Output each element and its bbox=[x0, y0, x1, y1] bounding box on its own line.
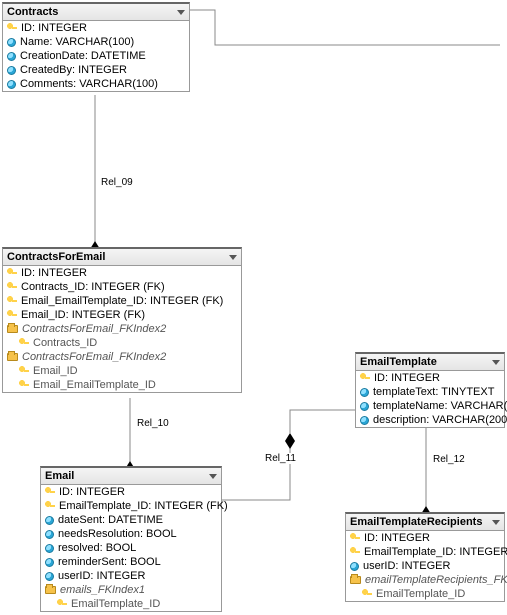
column-row: Contracts_ID: INTEGER (FK) bbox=[3, 280, 241, 294]
key-icon bbox=[362, 589, 372, 599]
table-contracts[interactable]: Contracts ID: INTEGER Name: VARCHAR(100)… bbox=[2, 2, 190, 92]
chevron-down-icon[interactable] bbox=[177, 10, 185, 15]
table-header[interactable]: EmailTemplateRecipients bbox=[346, 514, 504, 531]
column-row: ID: INTEGER bbox=[3, 21, 189, 35]
column-icon bbox=[360, 402, 369, 411]
column-row: EmailTemplate_ID: INTEGER (FK) bbox=[346, 545, 504, 559]
key-icon bbox=[7, 296, 17, 306]
index-col-row: Email_ID bbox=[3, 364, 241, 378]
index-row: emailTemplateRecipients_FKIndex1 bbox=[346, 573, 504, 587]
key-icon bbox=[350, 547, 360, 557]
column-row: Email_EmailTemplate_ID: INTEGER (FK) bbox=[3, 294, 241, 308]
table-header[interactable]: Email bbox=[41, 468, 221, 485]
column-row: Email_ID: INTEGER (FK) bbox=[3, 308, 241, 322]
column-icon bbox=[360, 416, 369, 425]
folder-icon bbox=[7, 353, 18, 361]
column-row: EmailTemplate_ID: INTEGER (FK) bbox=[41, 499, 221, 513]
column-icon bbox=[45, 572, 54, 581]
column-icon bbox=[350, 562, 359, 571]
column-icon bbox=[45, 516, 54, 525]
index-row: emails_FKIndex1 bbox=[41, 583, 221, 597]
table-title: ContractsForEmail bbox=[7, 251, 105, 263]
column-icon bbox=[7, 52, 16, 61]
table-title: EmailTemplateRecipients bbox=[350, 516, 482, 528]
key-icon bbox=[19, 380, 29, 390]
column-row: reminderSent: BOOL bbox=[41, 555, 221, 569]
key-icon bbox=[45, 501, 55, 511]
relation-label-09: Rel_09 bbox=[100, 177, 134, 188]
table-email-template[interactable]: EmailTemplate ID: INTEGER templateText: … bbox=[355, 352, 505, 428]
column-icon bbox=[45, 530, 54, 539]
chevron-down-icon[interactable] bbox=[492, 360, 500, 365]
column-icon bbox=[45, 558, 54, 567]
column-row: ID: INTEGER bbox=[41, 485, 221, 499]
table-title: Email bbox=[45, 470, 74, 482]
key-icon bbox=[7, 268, 17, 278]
index-col-row: Email_EmailTemplate_ID bbox=[3, 378, 241, 392]
relation-label-10: Rel_10 bbox=[136, 418, 170, 429]
key-icon bbox=[45, 487, 55, 497]
column-row: Name: VARCHAR(100) bbox=[3, 35, 189, 49]
index-col-row: EmailTemplate_ID bbox=[346, 587, 504, 601]
relation-label-11: Rel_11 bbox=[264, 453, 297, 464]
chevron-down-icon[interactable] bbox=[229, 255, 237, 260]
column-row: templateText: TINYTEXT bbox=[356, 385, 504, 399]
key-icon bbox=[7, 23, 17, 33]
column-icon bbox=[7, 38, 16, 47]
key-icon bbox=[57, 599, 67, 609]
table-title: EmailTemplate bbox=[360, 356, 437, 368]
column-row: description: VARCHAR(200) bbox=[356, 413, 504, 427]
table-header[interactable]: EmailTemplate bbox=[356, 354, 504, 371]
key-icon bbox=[7, 282, 17, 292]
column-row: userID: INTEGER bbox=[346, 559, 504, 573]
column-row: CreatedBy: INTEGER bbox=[3, 63, 189, 77]
column-icon bbox=[7, 80, 16, 89]
chevron-down-icon[interactable] bbox=[492, 520, 500, 525]
index-row: ContractsForEmail_FKIndex2 bbox=[3, 322, 241, 336]
table-header[interactable]: ContractsForEmail bbox=[3, 249, 241, 266]
table-title: Contracts bbox=[7, 6, 58, 18]
column-icon bbox=[360, 388, 369, 397]
column-row: resolved: BOOL bbox=[41, 541, 221, 555]
column-row: ID: INTEGER bbox=[3, 266, 241, 280]
table-header[interactable]: Contracts bbox=[3, 4, 189, 21]
folder-icon bbox=[350, 576, 361, 584]
column-row: ID: INTEGER bbox=[346, 531, 504, 545]
index-col-row: Contracts_ID bbox=[3, 336, 241, 350]
folder-icon bbox=[7, 325, 18, 333]
column-row: templateName: VARCHAR(75) bbox=[356, 399, 504, 413]
column-icon bbox=[7, 66, 16, 75]
chevron-down-icon[interactable] bbox=[209, 474, 217, 479]
table-email[interactable]: Email ID: INTEGER EmailTemplate_ID: INTE… bbox=[40, 466, 222, 612]
table-contracts-for-email[interactable]: ContractsForEmail ID: INTEGER Contracts_… bbox=[2, 247, 242, 393]
column-row: userID: INTEGER bbox=[41, 569, 221, 583]
key-icon bbox=[360, 373, 370, 383]
column-row: Comments: VARCHAR(100) bbox=[3, 77, 189, 91]
key-icon bbox=[350, 533, 360, 543]
column-row: dateSent: DATETIME bbox=[41, 513, 221, 527]
column-row: CreationDate: DATETIME bbox=[3, 49, 189, 63]
index-row: ContractsForEmail_FKIndex2 bbox=[3, 350, 241, 364]
key-icon bbox=[7, 310, 17, 320]
column-row: ID: INTEGER bbox=[356, 371, 504, 385]
relation-label-12: Rel_12 bbox=[432, 454, 466, 465]
column-icon bbox=[45, 544, 54, 553]
column-row: needsResolution: BOOL bbox=[41, 527, 221, 541]
key-icon bbox=[19, 366, 29, 376]
table-email-template-recipients[interactable]: EmailTemplateRecipients ID: INTEGER Emai… bbox=[345, 512, 505, 602]
folder-icon bbox=[45, 586, 56, 594]
key-icon bbox=[19, 338, 29, 348]
index-col-row: EmailTemplate_ID bbox=[41, 597, 221, 611]
